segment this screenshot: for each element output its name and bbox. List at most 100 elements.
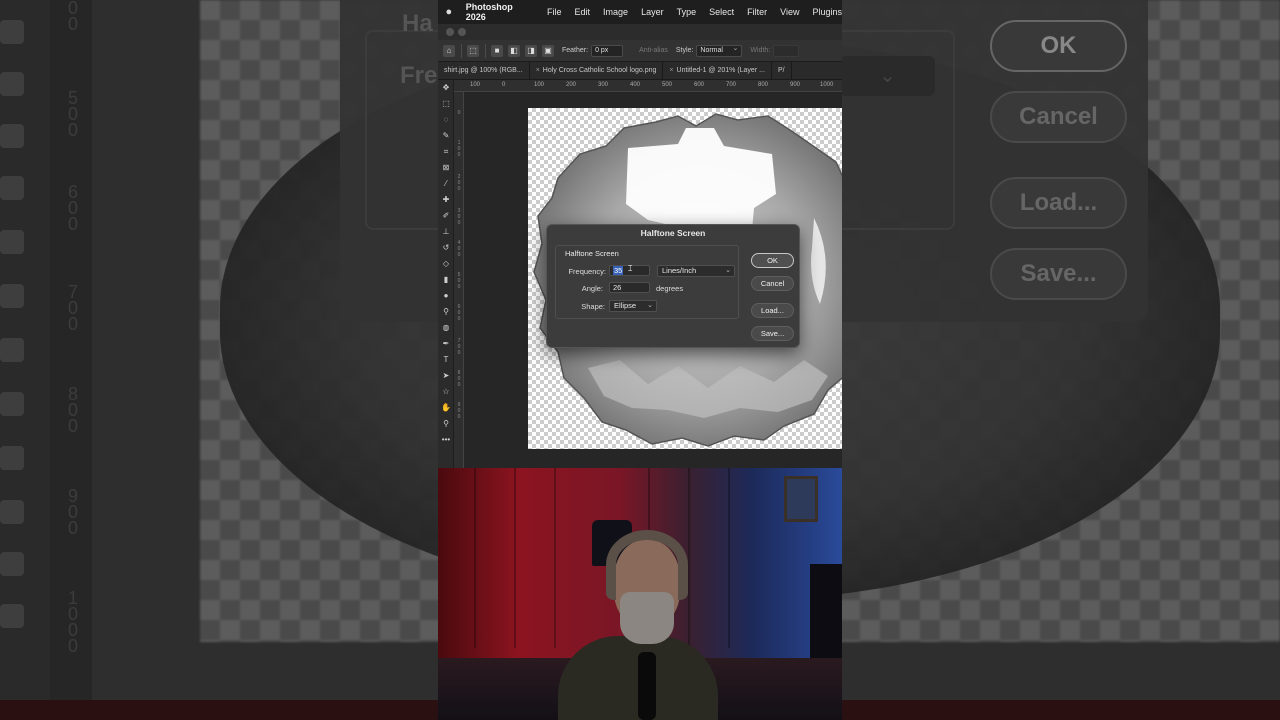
subtract-selection-icon[interactable]: ◨: [525, 44, 537, 57]
frequency-value: 35: [613, 266, 624, 275]
apple-icon[interactable]: ●: [442, 6, 456, 18]
menu-select[interactable]: Select: [709, 7, 734, 17]
wall-picture-frame: [784, 476, 818, 522]
menu-image[interactable]: Image: [603, 7, 628, 17]
menu-view[interactable]: View: [780, 7, 799, 17]
add-selection-icon[interactable]: ◧: [508, 44, 520, 57]
gradient-tool-icon[interactable]: ▮: [440, 274, 452, 286]
shape-label: Shape:: [581, 302, 605, 311]
tab-untitled-1[interactable]: × Untitled-1 @ 201% (Layer ...: [663, 62, 772, 79]
dodge-tool-icon[interactable]: ⚲: [440, 306, 452, 318]
halftone-screen-dialog: Halftone Screen Halftone Screen Frequenc…: [546, 224, 800, 348]
ruler-tick: 900: [790, 82, 801, 88]
background-ruler: 00 500 600 700 800 900 1000: [50, 0, 92, 720]
document-tabs: shirt.jpg @ 100% (RGB... × Holy Cross Cat…: [438, 62, 842, 80]
frequency-unit-value: Lines/Inch: [662, 266, 697, 275]
divider: [461, 43, 462, 58]
marquee-tool-icon[interactable]: ⬚: [440, 98, 452, 110]
hand-icon: [0, 552, 24, 576]
background-select-chevron: ⌄: [840, 56, 935, 96]
type-icon: [0, 392, 24, 416]
ok-button[interactable]: OK: [751, 253, 794, 268]
ruler-tick: 100: [534, 82, 545, 88]
options-bar: ⌂ ⬚ ■ ◧ ◨ ▣ Feather: 0 px Anti-alias Sty…: [438, 40, 842, 62]
screen: 00 500 600 700 800 900 1000 Ha Fre ⌄ OK …: [0, 0, 1280, 720]
menu-file[interactable]: File: [547, 7, 562, 17]
wall-plank: [514, 468, 516, 648]
ruler-number: 600: [67, 182, 78, 234]
feather-label: Feather:: [562, 47, 589, 54]
angle-unit: degrees: [656, 284, 684, 293]
tab-label: Untitled-1 @ 201% (Layer ...: [676, 66, 765, 74]
marquee-tool-icon[interactable]: ⬚: [467, 44, 479, 57]
move-tool-icon[interactable]: ✥: [440, 82, 452, 94]
ruler-number: 600: [457, 304, 461, 322]
ruler-number: 100: [457, 140, 461, 158]
home-icon[interactable]: ⌂: [443, 44, 455, 57]
style-select[interactable]: Normal: [696, 44, 743, 57]
ruler-tick: 700: [726, 82, 737, 88]
menu-layer[interactable]: Layer: [641, 7, 664, 17]
tools-panel: ✥ ⬚ ◌ ✎ ⌗ ⊠ ⁄ ✚ ✐ ⊥ ↺ ◇ ▮ ● ⚲ ◍ ✒ T ➤ ☆ …: [438, 80, 454, 470]
zoom-tool-icon[interactable]: ⚲: [440, 418, 452, 430]
cancel-button[interactable]: Cancel: [751, 276, 794, 291]
load-button[interactable]: Load...: [751, 303, 794, 318]
ruler-number: 400: [457, 240, 461, 258]
more-tools-icon[interactable]: •••: [440, 434, 452, 446]
wall-plank: [688, 468, 690, 648]
blur-icon: [0, 176, 24, 200]
sponge-tool-icon[interactable]: ◍: [440, 322, 452, 334]
wall-plank: [554, 468, 556, 648]
ruler-number: 900: [67, 486, 78, 538]
frequency-unit-select[interactable]: Lines/Inch ⌄: [657, 265, 735, 277]
wall-plank: [728, 468, 730, 648]
menu-filter[interactable]: Filter: [747, 7, 767, 17]
history-brush-tool-icon[interactable]: ↺: [440, 242, 452, 254]
save-button[interactable]: Save...: [751, 326, 794, 341]
intersect-selection-icon[interactable]: ▣: [542, 44, 554, 57]
brush-tool-icon[interactable]: ✐: [440, 210, 452, 222]
eyedropper-tool-icon[interactable]: ⁄: [440, 178, 452, 190]
ruler-tick: 200: [566, 82, 577, 88]
pen-tool-icon[interactable]: ✒: [440, 338, 452, 350]
antialias-checkbox[interactable]: Anti-alias: [639, 47, 668, 54]
menu-app-name[interactable]: Photoshop 2026: [466, 2, 534, 22]
tab-holy-cross-logo[interactable]: × Holy Cross Catholic School logo.png: [530, 62, 664, 79]
type-tool-icon[interactable]: T: [440, 354, 452, 366]
ruler-number: 300: [457, 208, 461, 226]
menu-type[interactable]: Type: [677, 7, 697, 17]
frequency-label: Frequency:: [568, 267, 606, 276]
background-ok-button: OK: [990, 20, 1127, 72]
hand-tool-icon[interactable]: ✋: [440, 402, 452, 414]
lasso-tool-icon[interactable]: ◌: [440, 114, 452, 126]
brush-icon: [0, 20, 24, 44]
group-title: Halftone Screen: [565, 249, 619, 258]
tab-overflow[interactable]: P/: [772, 62, 792, 79]
menu-edit[interactable]: Edit: [575, 7, 591, 17]
window-minimize-button[interactable]: [458, 28, 466, 36]
shape-select[interactable]: Ellipse ⌄: [609, 300, 657, 312]
ruler-tick: 600: [694, 82, 705, 88]
blur-tool-icon[interactable]: ●: [440, 290, 452, 302]
shape-tool-icon[interactable]: ☆: [440, 386, 452, 398]
healing-tool-icon[interactable]: ✚: [440, 194, 452, 206]
angle-input[interactable]: 26: [609, 282, 650, 293]
background-save-button: Save...: [990, 248, 1127, 300]
ruler-number: 0: [457, 110, 461, 116]
crop-tool-icon[interactable]: ⌗: [440, 146, 452, 158]
close-icon[interactable]: ×: [536, 67, 540, 74]
menu-plugins[interactable]: Plugins: [812, 7, 842, 17]
stamp-tool-icon[interactable]: ⊥: [440, 226, 452, 238]
window-title-strip: [438, 24, 842, 40]
window-close-button[interactable]: [446, 28, 454, 36]
new-selection-icon[interactable]: ■: [491, 44, 503, 57]
feather-input[interactable]: 0 px: [591, 44, 624, 57]
path-select-tool-icon[interactable]: ➤: [440, 370, 452, 382]
eraser-tool-icon[interactable]: ◇: [440, 258, 452, 270]
quick-select-tool-icon[interactable]: ✎: [440, 130, 452, 142]
close-icon[interactable]: ×: [669, 67, 673, 74]
width-input[interactable]: [773, 44, 800, 57]
frame-tool-icon[interactable]: ⊠: [440, 162, 452, 174]
dodge-icon: [0, 230, 24, 254]
tab-shirt[interactable]: shirt.jpg @ 100% (RGB...: [438, 62, 530, 79]
